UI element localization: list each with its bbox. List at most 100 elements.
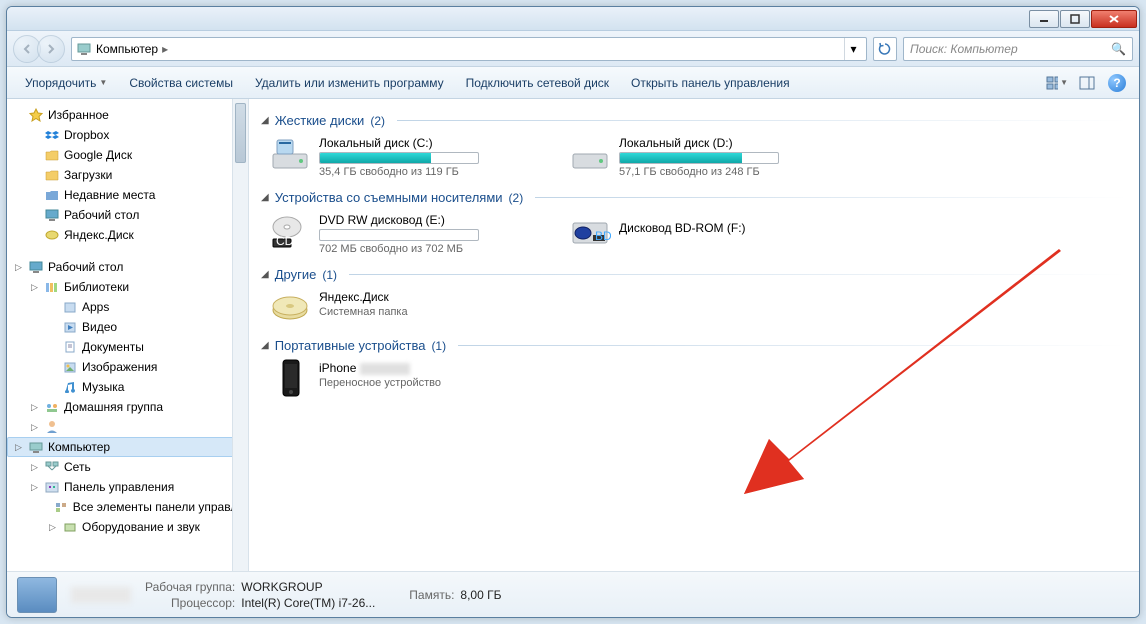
sidebar-apps[interactable]: Apps (7, 297, 248, 317)
sidebar-dropbox[interactable]: Dropbox (7, 125, 248, 145)
sidebar-hardware-sound[interactable]: ▷Оборудование и звук (7, 517, 248, 537)
expand-icon[interactable]: ▷ (29, 482, 40, 493)
user-icon (44, 419, 60, 435)
details-pane: Рабочая группа: WORKGROUP Процессор: Int… (7, 571, 1139, 617)
sidebar-downloads[interactable]: Загрузки (7, 165, 248, 185)
help-icon[interactable]: ? (1106, 72, 1128, 94)
folder-icon (44, 147, 60, 163)
expand-icon[interactable]: ▷ (29, 282, 40, 293)
sidebar-network[interactable]: ▷Сеть (7, 457, 248, 477)
sidebar-desktop-fav[interactable]: Рабочий стол (7, 205, 248, 225)
desktop-root[interactable]: ▷Рабочий стол (7, 257, 248, 277)
open-control-panel-button[interactable]: Открыть панель управления (621, 72, 800, 94)
sidebar-computer[interactable]: ▷Компьютер (7, 437, 248, 457)
memory-value: 8,00 ГБ (460, 588, 501, 602)
minimize-button[interactable] (1029, 10, 1059, 28)
blurred-name (71, 587, 131, 603)
desktop-icon (44, 207, 60, 223)
address-dropdown-icon[interactable]: ▾ (844, 38, 862, 60)
sidebar-control-panel[interactable]: ▷Панель управления (7, 477, 248, 497)
collapse-icon: ◢ (261, 269, 269, 280)
documents-icon (62, 339, 78, 355)
preview-pane-icon[interactable] (1076, 72, 1098, 94)
uninstall-program-button[interactable]: Удалить или изменить программу (245, 72, 454, 94)
svg-text:CD-R: CD-R (276, 234, 306, 248)
cpu-value: Intel(R) Core(TM) i7-26... (241, 596, 375, 610)
desktop-icon (28, 259, 44, 275)
control-panel-icon (44, 479, 60, 495)
hardware-icon (62, 519, 78, 535)
svg-text:BD: BD (595, 229, 611, 243)
folder-icon (44, 167, 60, 183)
star-icon (28, 107, 44, 123)
sidebar-user[interactable]: ▷ (7, 417, 248, 437)
sidebar-video[interactable]: Видео (7, 317, 248, 337)
libraries-root[interactable]: ▷Библиотеки (7, 277, 248, 297)
expand-icon[interactable]: ▷ (13, 262, 24, 273)
collapse-icon: ◢ (261, 192, 269, 203)
search-placeholder: Поиск: Компьютер (910, 42, 1018, 56)
breadcrumb-computer[interactable]: Компьютер (96, 42, 158, 56)
computer-icon (76, 41, 92, 57)
sidebar-music[interactable]: Музыка (7, 377, 248, 397)
group-other[interactable]: ◢ Другие (1) (261, 267, 1127, 282)
libraries-icon (44, 279, 60, 295)
sidebar-recent-places[interactable]: Недавние места (7, 185, 248, 205)
sidebar-google-drive[interactable]: Google Диск (7, 145, 248, 165)
workgroup-label: Рабочая группа: (145, 580, 235, 594)
computer-icon (28, 439, 44, 455)
drive-d[interactable]: Локальный диск (D:) 57,1 ГБ свободно из … (569, 136, 829, 178)
sidebar-yandex-disk-fav[interactable]: Яндекс.Диск (7, 225, 248, 245)
sidebar-documents[interactable]: Документы (7, 337, 248, 357)
group-portable[interactable]: ◢ Портативные устройства (1) (261, 338, 1127, 353)
pictures-icon (62, 359, 78, 375)
expand-icon[interactable]: ▷ (29, 402, 40, 413)
capacity-bar (319, 229, 479, 241)
forward-button[interactable] (37, 35, 65, 63)
close-button[interactable] (1091, 10, 1137, 28)
expand-icon[interactable]: ▷ (13, 442, 24, 453)
sidebar-all-cp-items[interactable]: Все элементы панели управле (7, 497, 248, 517)
yandex-disk-icon (44, 227, 60, 243)
system-properties-button[interactable]: Свойства системы (119, 72, 243, 94)
address-field[interactable]: Компьютер ▸ ▾ (71, 37, 867, 61)
drive-e-dvd[interactable]: CD-R DVD RW дисковод (E:) 702 МБ свободн… (269, 213, 529, 255)
search-icon: 🔍 (1111, 42, 1126, 56)
expand-icon[interactable]: ▷ (47, 522, 58, 533)
memory-label: Память: (409, 588, 454, 602)
expand-icon[interactable]: ▷ (29, 422, 40, 433)
group-hard-drives[interactable]: ◢ Жесткие диски (2) (261, 113, 1127, 128)
maximize-button[interactable] (1060, 10, 1090, 28)
computer-large-icon (17, 577, 57, 613)
group-removable[interactable]: ◢ Устройства со съемными носителями (2) (261, 190, 1127, 205)
search-input[interactable]: Поиск: Компьютер 🔍 (903, 37, 1133, 61)
control-panel-items-icon (53, 499, 69, 515)
expand-icon[interactable]: ▷ (29, 462, 40, 473)
favorites-root[interactable]: ▷ Избранное (7, 105, 248, 125)
hdd-icon (569, 136, 611, 172)
network-icon (44, 459, 60, 475)
item-iphone[interactable]: iPhone Переносное устройство (269, 361, 529, 397)
capacity-bar (319, 152, 479, 164)
cpu-label: Процессор: (145, 596, 235, 610)
item-yandex-disk[interactable]: Яндекс.Диск Системная папка (269, 290, 529, 326)
explorer-window: Компьютер ▸ ▾ Поиск: Компьютер 🔍 Упорядо… (6, 6, 1140, 618)
dvd-drive-icon: CD-R (269, 213, 311, 249)
homegroup-icon (44, 399, 60, 415)
breadcrumb-chevron-icon[interactable]: ▸ (162, 42, 168, 56)
sidebar-pictures[interactable]: Изображения (7, 357, 248, 377)
map-network-drive-button[interactable]: Подключить сетевой диск (456, 72, 619, 94)
navigation-pane: ▷ Избранное Dropbox Google Диск Загрузки… (7, 99, 249, 571)
organize-menu[interactable]: Упорядочить ▼ (15, 72, 117, 94)
sidebar-scrollbar[interactable] (232, 99, 248, 571)
music-icon (62, 379, 78, 395)
refresh-button[interactable] (873, 37, 897, 61)
drive-f-bdrom[interactable]: BD Дисковод BD-ROM (F:) (569, 213, 829, 255)
view-menu-icon[interactable]: ▼ (1046, 72, 1068, 94)
homegroup-root[interactable]: ▷Домашняя группа (7, 397, 248, 417)
content-pane: ◢ Жесткие диски (2) Локальный диск (C:) … (249, 99, 1139, 571)
drive-c[interactable]: Локальный диск (C:) 35,4 ГБ свободно из … (269, 136, 529, 178)
capacity-bar (619, 152, 779, 164)
workgroup-value: WORKGROUP (241, 580, 375, 594)
address-bar-row: Компьютер ▸ ▾ Поиск: Компьютер 🔍 (7, 31, 1139, 67)
